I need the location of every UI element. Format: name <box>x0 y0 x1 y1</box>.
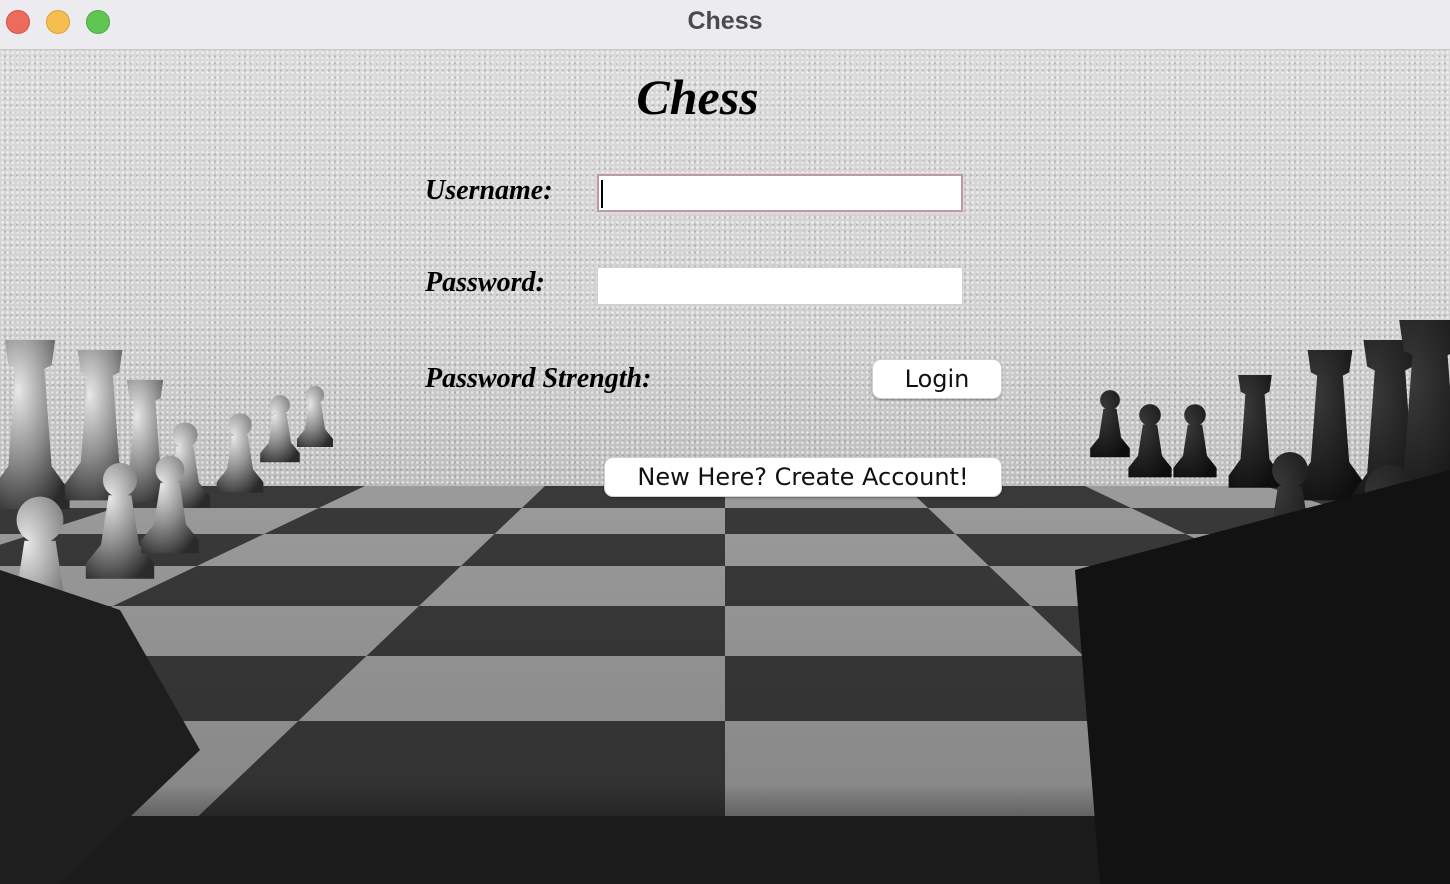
background-chessboard <box>0 486 1450 884</box>
window-title: Chess <box>687 7 763 35</box>
app-window: Chess Chess Username: Password: Password… <box>0 0 1450 884</box>
password-label: Password: <box>425 267 545 298</box>
text-caret <box>601 180 603 208</box>
title-bar[interactable]: Chess <box>0 0 1450 50</box>
login-panel: Chess Username: Password: Password Stren… <box>0 50 1450 884</box>
password-strength-label: Password Strength: <box>425 363 652 394</box>
username-input[interactable] <box>597 174 963 212</box>
chessboard-image <box>0 486 1450 884</box>
login-button[interactable]: Login <box>872 359 1002 399</box>
app-title: Chess <box>636 69 759 125</box>
password-input[interactable] <box>597 267 963 305</box>
create-account-button[interactable]: New Here? Create Account! <box>604 457 1002 497</box>
username-label: Username: <box>425 175 553 206</box>
